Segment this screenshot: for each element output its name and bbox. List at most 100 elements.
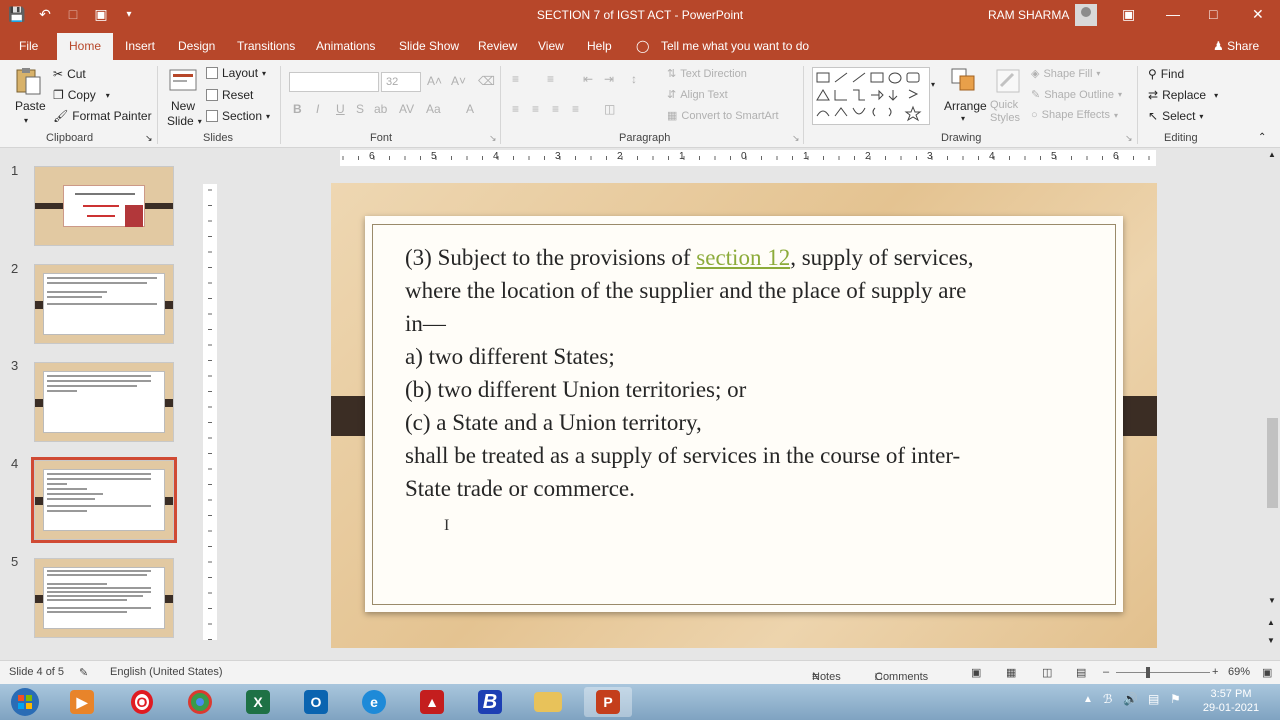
internet-explorer-icon[interactable]: e (354, 687, 394, 717)
font-launcher-icon[interactable]: ↘ (489, 133, 497, 144)
select-button[interactable]: ↖ Select ▾ (1148, 109, 1203, 123)
tab-transitions[interactable]: Transitions (237, 39, 295, 53)
shrink-font-icon[interactable]: A˅ (451, 74, 466, 88)
change-case-icon[interactable]: Aa (426, 102, 441, 116)
quick-styles-icon[interactable] (993, 66, 1023, 96)
media-player-icon[interactable]: ▶ (62, 687, 102, 717)
scroll-up-icon[interactable]: ▲ (1268, 150, 1276, 159)
ribbon-display-icon[interactable]: ▣ (1122, 6, 1135, 23)
tab-home[interactable]: Home (57, 33, 114, 61)
opera-icon[interactable]: O (122, 687, 162, 717)
reading-view-icon[interactable]: ◫ (1042, 666, 1052, 679)
line-spacing-icon[interactable]: ↕ (631, 72, 637, 86)
language-indicator[interactable]: English (United States) (110, 666, 223, 678)
paste-dropdown-icon[interactable]: ▾ (24, 116, 28, 125)
next-slide-icon[interactable]: ▼ (1267, 636, 1275, 645)
character-spacing-icon[interactable]: AV (399, 102, 414, 116)
scroll-down-icon[interactable]: ▼ (1268, 596, 1276, 605)
tab-animations[interactable]: Animations (316, 39, 375, 53)
align-text-button[interactable]: ⇵ Align Text (667, 88, 728, 102)
paste-button[interactable]: Paste (15, 99, 46, 113)
strikethrough-icon[interactable]: ab (374, 102, 387, 116)
tray-expand-icon[interactable]: ▲ (1083, 694, 1093, 705)
replace-button[interactable]: ⇄ Replace ▾ (1148, 88, 1218, 102)
decrease-indent-icon[interactable]: ⇤ (583, 72, 593, 86)
italic-icon[interactable]: I (316, 102, 319, 116)
tab-review[interactable]: Review (478, 39, 517, 53)
bold-icon[interactable]: B (293, 102, 302, 116)
align-right-icon[interactable]: ≡ (552, 102, 559, 116)
align-left-icon[interactable]: ≡ (512, 102, 519, 116)
new-slide-label[interactable]: New (171, 99, 195, 113)
vertical-scrollbar[interactable]: ▲ ▼ ▲ ▼ (1265, 148, 1280, 660)
find-button[interactable]: ⚲ Find (1148, 67, 1184, 81)
copy-button[interactable]: ❐ Copy ▾ (53, 88, 110, 102)
reset-button[interactable]: Reset (206, 88, 253, 102)
powerpoint-icon[interactable]: P (584, 687, 632, 717)
arrange-dropdown-icon[interactable]: ▾ (961, 114, 965, 123)
volume-icon[interactable]: 🔊 (1123, 692, 1138, 706)
slide-sorter-icon[interactable]: ▦ (1006, 666, 1016, 679)
tab-view[interactable]: View (538, 39, 564, 53)
shadow-icon[interactable]: S (356, 102, 364, 116)
text-direction-button[interactable]: ⇅ Text Direction (667, 67, 747, 81)
tab-slide-show[interactable]: Slide Show (399, 39, 459, 53)
smartart-button[interactable]: ▦ Convert to SmartArt (667, 109, 779, 123)
start-button[interactable] (5, 687, 45, 717)
avatar[interactable] (1075, 4, 1097, 26)
shape-effects-button[interactable]: ○ Shape Effects ▾ (1031, 109, 1118, 121)
section-button[interactable]: Section ▾ (206, 109, 270, 123)
new-slide-icon[interactable] (168, 66, 198, 96)
clear-formatting-icon[interactable]: ⌫ (478, 74, 495, 88)
font-color-icon[interactable]: A (466, 102, 474, 116)
slide-canvas[interactable]: (3) Subject to the provisions of section… (331, 183, 1157, 648)
outlook-icon[interactable]: O (296, 687, 336, 717)
slide-thumbnail-2[interactable] (34, 264, 174, 344)
align-center-icon[interactable]: ≡ (532, 102, 539, 116)
user-name[interactable]: RAM SHARMA (988, 8, 1069, 22)
zoom-out-icon[interactable]: – (1103, 666, 1109, 678)
columns-icon[interactable]: ◫ (604, 102, 615, 116)
paste-icon[interactable] (13, 66, 43, 96)
maximize-icon[interactable]: □ (1209, 6, 1217, 22)
slide-show-icon[interactable]: ▤ (1076, 666, 1086, 679)
font-size-field[interactable]: 32 (381, 72, 421, 92)
normal-view-icon[interactable]: ▣ (971, 666, 981, 679)
horizontal-ruler[interactable]: 6 5 4 3 2 1 0 1 2 3 4 5 6 (340, 150, 1156, 166)
grow-font-icon[interactable]: A˄ (427, 74, 442, 88)
tab-insert[interactable]: Insert (125, 39, 155, 53)
shape-outline-button[interactable]: ✎ Shape Outline ▾ (1031, 88, 1122, 102)
system-clock[interactable]: 3:57 PM 29-01-2021 (1200, 687, 1262, 715)
increase-indent-icon[interactable]: ⇥ (604, 72, 614, 86)
numbering-icon[interactable]: ≡ (547, 72, 554, 86)
close-icon[interactable]: ✕ (1252, 6, 1264, 23)
tell-me-box[interactable]: Tell me what you want to do (661, 39, 809, 53)
chrome-icon[interactable] (180, 687, 220, 717)
tab-file[interactable]: File (19, 39, 38, 53)
shapes-gallery[interactable] (812, 67, 930, 125)
section-12-link[interactable]: section 12 (696, 245, 790, 270)
tab-help[interactable]: Help (587, 39, 612, 53)
spellcheck-icon[interactable]: ✎ (79, 666, 88, 679)
network-icon[interactable]: ▤ (1148, 692, 1159, 706)
clipboard-launcher-icon[interactable]: ↘ (145, 133, 153, 144)
underline-icon[interactable]: U (336, 102, 345, 116)
cut-button[interactable]: ✂ Cut (53, 67, 86, 81)
slide-thumbnail-4[interactable] (31, 457, 177, 543)
zoom-level[interactable]: 69% (1228, 666, 1250, 678)
paragraph-launcher-icon[interactable]: ↘ (792, 133, 800, 144)
shape-fill-button[interactable]: ◈ Shape Fill ▾ (1031, 67, 1100, 81)
b-app-icon[interactable]: B (470, 687, 510, 717)
layout-button[interactable]: Layout ▾ (206, 66, 266, 80)
excel-icon[interactable]: X (238, 687, 278, 717)
scrollbar-thumb[interactable] (1267, 418, 1278, 508)
new-slide-label2[interactable]: Slide ▾ (167, 114, 202, 128)
tab-design[interactable]: Design (178, 39, 215, 53)
collapse-ribbon-icon[interactable]: ⌃ (1258, 132, 1266, 143)
font-name-field[interactable] (289, 72, 379, 92)
acrobat-icon[interactable]: ▲ (412, 687, 452, 717)
share-button[interactable]: ♟ Share (1213, 39, 1259, 53)
previous-slide-icon[interactable]: ▲ (1267, 618, 1275, 627)
zoom-in-icon[interactable]: + (1212, 666, 1218, 678)
slide-text-box[interactable]: (3) Subject to the provisions of section… (405, 241, 1085, 505)
